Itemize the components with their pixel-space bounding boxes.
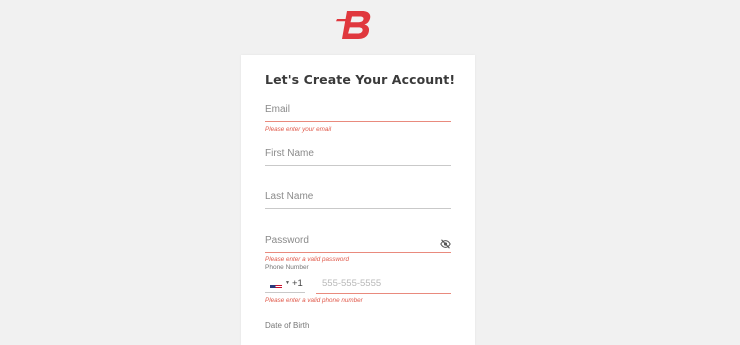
first-name-placeholder: First Name: [265, 148, 314, 159]
chevron-down-icon: ▼: [285, 280, 290, 286]
email-field[interactable]: Email: [265, 100, 451, 122]
email-error: Please enter your email: [265, 126, 332, 133]
date-of-birth-label: Date of Birth: [265, 321, 310, 330]
last-name-field[interactable]: Last Name: [265, 187, 451, 209]
first-name-field[interactable]: First Name: [265, 144, 451, 166]
eye-slash-icon[interactable]: [440, 236, 451, 249]
phone-placeholder: 555-555-5555: [322, 278, 382, 289]
dial-code: +1: [292, 278, 303, 289]
last-name-placeholder: Last Name: [265, 191, 314, 202]
email-placeholder: Email: [265, 104, 291, 115]
country-code-select[interactable]: ▼ +1: [265, 275, 305, 293]
password-field[interactable]: Password: [265, 231, 451, 253]
red-b-logo-icon: [336, 11, 371, 39]
form-title: Let's Create Your Account!: [265, 72, 456, 87]
signup-card: Let's Create Your Account! Email Please …: [241, 55, 475, 345]
brand-logo: [336, 8, 376, 44]
phone-number-field[interactable]: 555-555-5555: [316, 275, 451, 294]
phone-label: Phone Number: [265, 264, 309, 271]
phone-error: Please enter a valid phone number: [265, 297, 363, 304]
us-flag-icon: [270, 280, 282, 288]
password-placeholder: Password: [265, 235, 309, 246]
password-error: Please enter a valid password: [265, 256, 350, 263]
